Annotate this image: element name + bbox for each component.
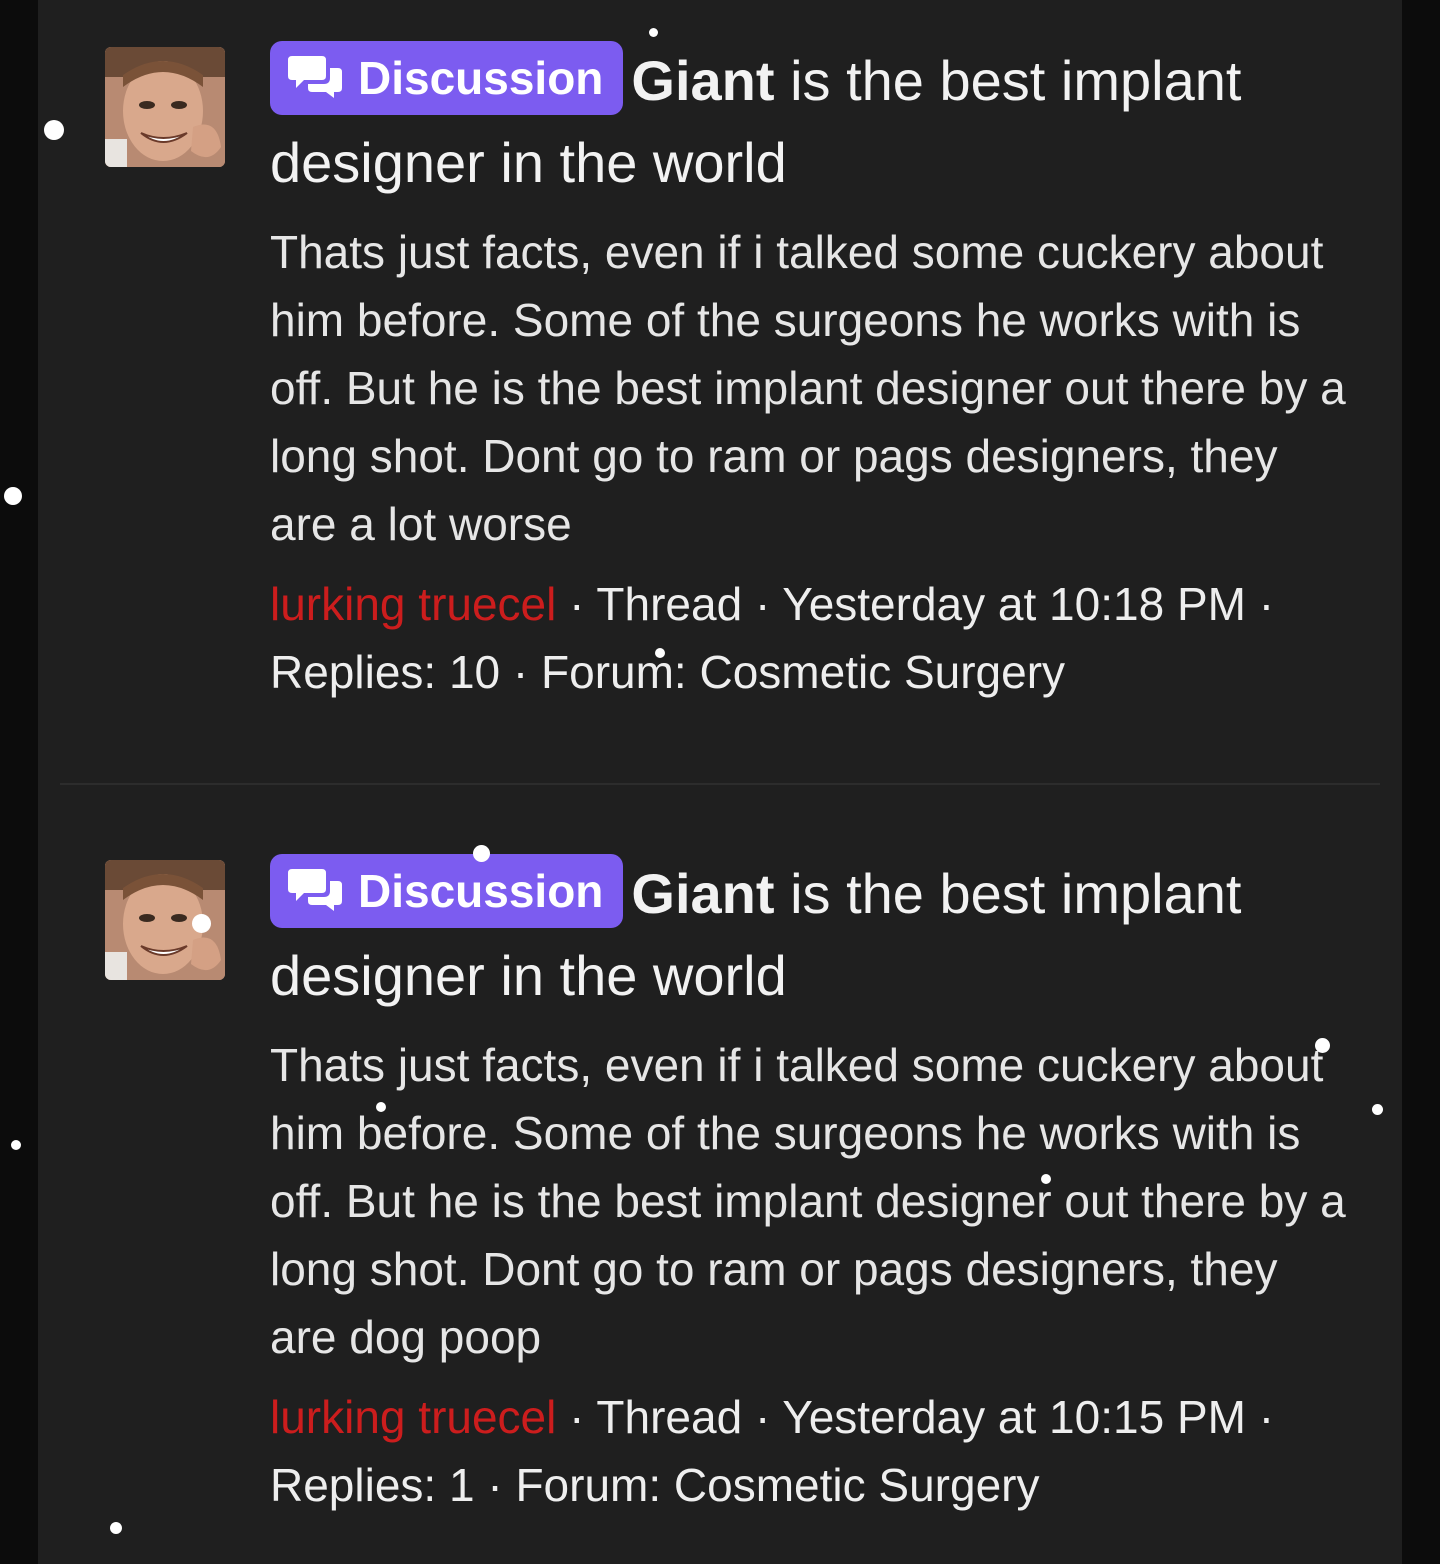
result-content: Discussion Giant is the best implant desi…	[270, 40, 1350, 706]
result-title[interactable]: Discussion Giant is the best implant desi…	[270, 40, 1350, 204]
meta-separator: ·	[474, 1459, 516, 1511]
label-text: Discussion	[358, 865, 604, 917]
meta-separator: ·	[1245, 578, 1275, 630]
avatar[interactable]	[105, 47, 225, 167]
result-snippet: Thats just facts, even if i talked some …	[270, 1039, 1346, 1363]
result-title[interactable]: Discussion Giant is the best implant desi…	[270, 853, 1350, 1017]
result-content: Discussion Giant is the best implant desi…	[270, 853, 1350, 1519]
reply-count: Replies: 10	[270, 646, 501, 698]
snow-speck	[655, 648, 665, 658]
content-type: Thread	[596, 1391, 743, 1443]
title-highlight: Giant	[631, 862, 775, 925]
snow-speck	[110, 1522, 122, 1534]
snow-speck	[4, 487, 22, 505]
discussion-label[interactable]: Discussion	[270, 41, 624, 115]
snow-speck	[1041, 1174, 1051, 1184]
avatar-image	[105, 47, 225, 167]
snow-speck	[1315, 1038, 1330, 1053]
label-text: Discussion	[358, 52, 604, 104]
forum-link[interactable]: Forum: Cosmetic Surgery	[541, 646, 1065, 698]
content-type: Thread	[596, 578, 743, 630]
title-highlight: Giant	[631, 49, 775, 112]
page: Discussion Giant is the best implant desi…	[0, 0, 1440, 1564]
snow-speck	[1372, 1104, 1383, 1115]
meta-separator: ·	[556, 1391, 597, 1443]
reply-count: Replies: 1	[270, 1459, 475, 1511]
snow-speck	[376, 1102, 386, 1112]
snow-speck	[473, 845, 490, 862]
meta-separator: ·	[742, 578, 783, 630]
search-results-panel: Discussion Giant is the best implant desi…	[38, 0, 1402, 1564]
discussion-label[interactable]: Discussion	[270, 854, 624, 928]
chat-bubbles-icon	[288, 860, 344, 934]
result-meta: lurking truecel · Thread · Yesterday at …	[270, 570, 1350, 706]
forum-link[interactable]: Forum: Cosmetic Surgery	[515, 1459, 1039, 1511]
meta-separator: ·	[1245, 1391, 1275, 1443]
timestamp[interactable]: Yesterday at 10:15 PM	[782, 1391, 1246, 1443]
meta-separator: ·	[500, 646, 542, 698]
author-link[interactable]: lurking truecel	[270, 578, 556, 630]
result-meta: lurking truecel · Thread · Yesterday at …	[270, 1383, 1350, 1519]
author-link[interactable]: lurking truecel	[270, 1391, 556, 1443]
snow-speck	[649, 28, 658, 37]
meta-separator: ·	[742, 1391, 783, 1443]
meta-separator: ·	[556, 578, 597, 630]
snow-speck	[44, 120, 64, 140]
result-snippet: Thats just facts, even if i talked some …	[270, 226, 1346, 550]
snow-speck	[11, 1140, 21, 1150]
result-divider	[60, 783, 1380, 785]
snow-speck	[192, 914, 211, 933]
timestamp[interactable]: Yesterday at 10:18 PM	[782, 578, 1246, 630]
chat-bubbles-icon	[288, 47, 344, 121]
